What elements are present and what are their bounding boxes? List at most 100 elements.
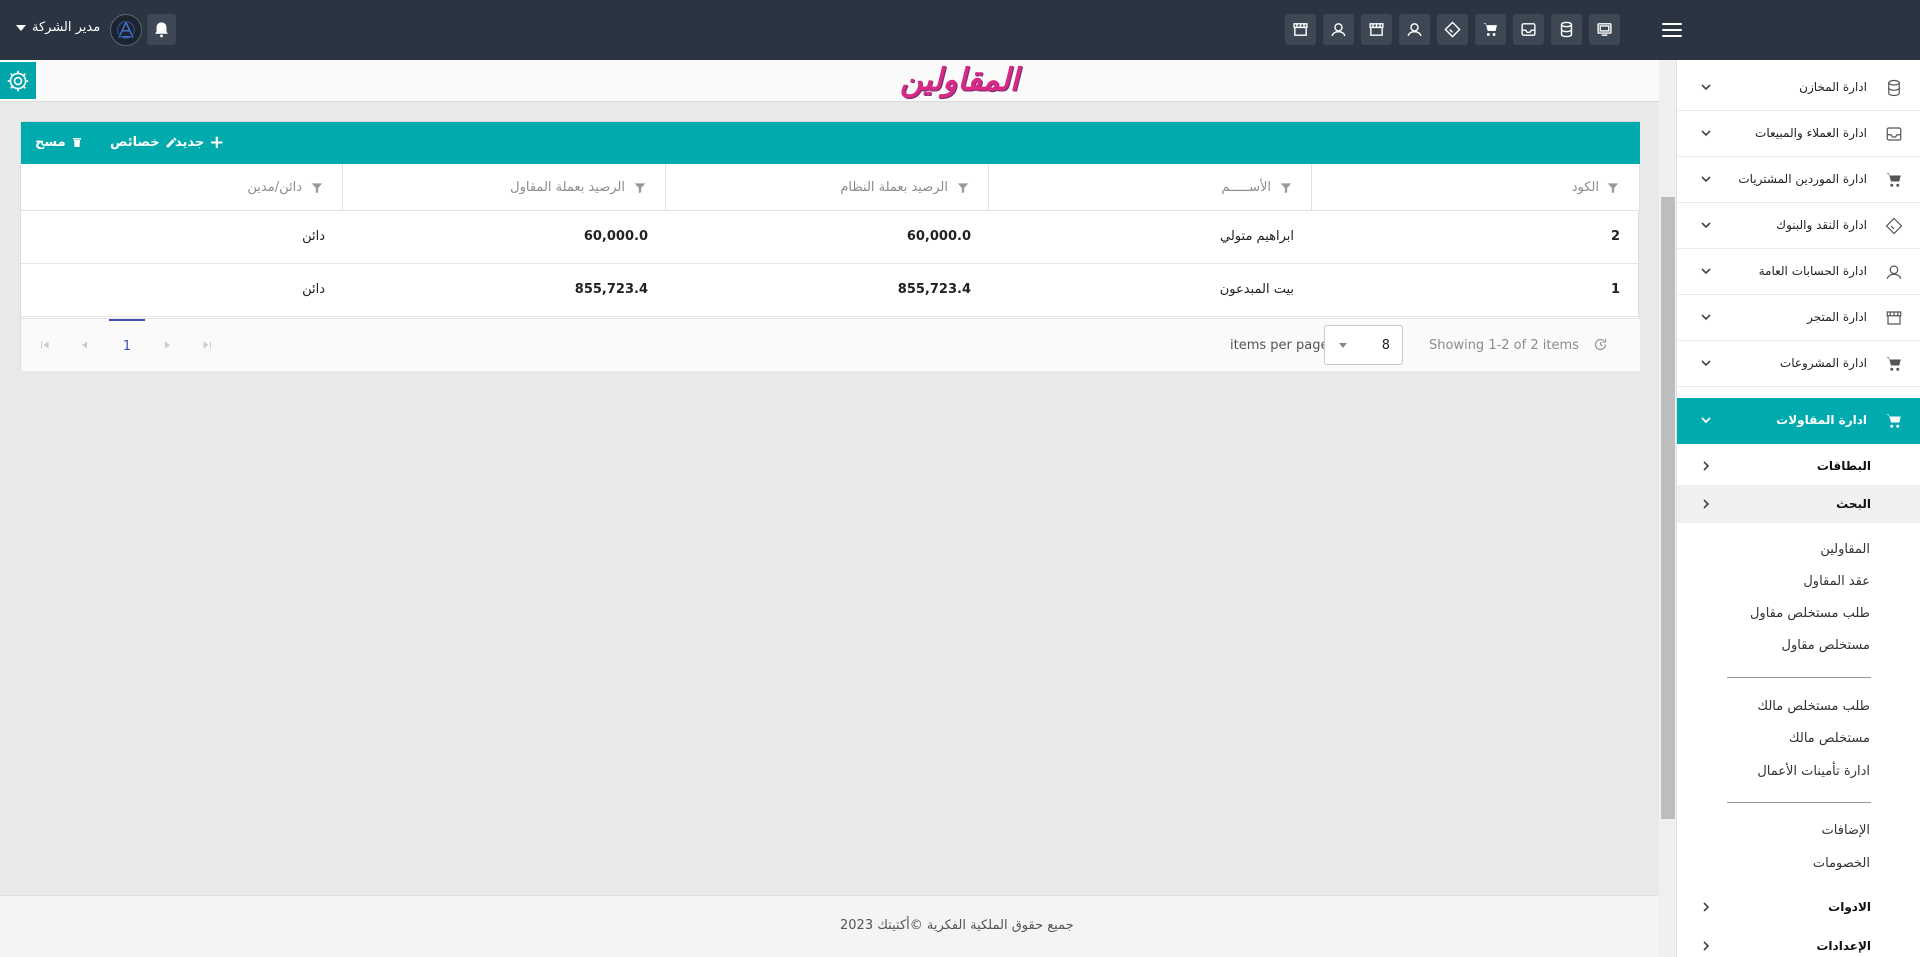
contractors-grid: + جديد خصائص مسح الكود الأســـــم الرصيد… xyxy=(20,121,1640,371)
filter-icon[interactable] xyxy=(1606,181,1620,195)
filter-icon[interactable] xyxy=(310,181,324,195)
tag-icon[interactable] xyxy=(1437,14,1468,45)
sidebar-subsection-cards[interactable]: البطاقات xyxy=(1677,447,1920,485)
new-button-label: جديد xyxy=(175,135,205,150)
sidebar-item-customers-sales[interactable]: ادارة العملاء والمبيعات xyxy=(1677,111,1920,157)
store-icon xyxy=(1886,311,1902,325)
scrollbar-thumb[interactable] xyxy=(1661,197,1675,819)
cell-balance-contractor: 855,723.4 xyxy=(343,264,666,317)
chevron-down-icon xyxy=(1339,343,1347,348)
prev-page-icon[interactable] xyxy=(79,339,91,351)
grid-toolbar: + جديد خصائص مسح xyxy=(21,122,1640,164)
column-header-balance-system[interactable]: الرصيد بعملة النظام xyxy=(666,164,989,211)
sidebar-link-owner-extract-request[interactable]: طلب مستخلص مالك xyxy=(1757,699,1870,714)
user-name-label: مدير الشركة xyxy=(32,20,101,35)
filter-icon[interactable] xyxy=(956,181,970,195)
sidebar-subsection-settings[interactable]: الإعدادات xyxy=(1677,927,1920,957)
sidebar: ادارة المخازن ادارة العملاء والمبيعات اد… xyxy=(1676,60,1920,957)
cell-text: دائن xyxy=(302,282,325,297)
cell-credit-debit: دائن xyxy=(21,211,343,264)
user-icon[interactable] xyxy=(1323,14,1354,45)
edit-button[interactable]: خصائص xyxy=(110,135,178,150)
sidebar-subsection-label: الادوات xyxy=(1828,900,1871,914)
sidebar-link-contractor-contract[interactable]: عقد المقاول xyxy=(1803,574,1870,589)
column-header-name[interactable]: الأســـــم xyxy=(989,164,1312,211)
sidebar-item-general-accounts[interactable]: ادارة الحسابات العامة xyxy=(1677,249,1920,295)
column-header-balance-contractor[interactable]: الرصيد بعملة المقاول xyxy=(343,164,666,211)
cart-icon xyxy=(1886,414,1901,428)
cell-text: 855,723.4 xyxy=(897,282,971,297)
chevron-down-icon xyxy=(1701,130,1711,137)
store-icon[interactable] xyxy=(1361,14,1392,45)
column-label: الرصيد بعملة النظام xyxy=(840,180,948,195)
cell-name: ابراهيم متولي xyxy=(989,211,1312,264)
column-label: دائن/مدين xyxy=(247,180,302,195)
title-strip: المقاولين xyxy=(0,60,1659,102)
database-icon xyxy=(1888,79,1900,97)
sidebar-subsection-search[interactable]: البحث xyxy=(1677,485,1920,523)
chevron-down-icon xyxy=(1701,222,1711,229)
sidebar-item-contracting[interactable]: ادارة المقاولات xyxy=(1677,398,1920,444)
page-size-select[interactable]: 8 xyxy=(1324,325,1403,365)
bell-icon[interactable] xyxy=(147,14,176,45)
cell-text: 855,723.4 xyxy=(574,282,648,297)
page-number-button[interactable]: 1 xyxy=(109,319,145,371)
sidebar-item-label: ادارة المخازن xyxy=(1799,80,1867,94)
user-icon[interactable] xyxy=(1399,14,1430,45)
sidebar-item-projects[interactable]: ادارة المشروعات xyxy=(1677,341,1920,387)
delete-button-label: مسح xyxy=(35,135,66,150)
sidebar-subsection-tools[interactable]: الادوات xyxy=(1677,888,1920,926)
sidebar-link-deductions[interactable]: الخصومات xyxy=(1813,856,1870,871)
database-icon[interactable] xyxy=(1551,14,1582,45)
cell-balance-system: 855,723.4 xyxy=(666,264,989,317)
sidebar-link-work-insurance[interactable]: ادارة تأمينات الأعمال xyxy=(1757,764,1870,779)
edit-button-label: خصائص xyxy=(110,135,160,150)
chevron-right-icon xyxy=(1703,941,1710,951)
cart-icon xyxy=(1886,173,1901,187)
page-title: المقاولين xyxy=(900,62,1019,98)
hamburger-menu-icon[interactable] xyxy=(1658,19,1686,41)
first-page-icon[interactable] xyxy=(39,339,51,351)
sidebar-item-warehouses[interactable]: ادارة المخازن xyxy=(1677,65,1920,111)
chevron-right-icon xyxy=(1703,902,1710,912)
new-button[interactable]: + جديد xyxy=(175,133,224,151)
next-page-icon[interactable] xyxy=(161,339,173,351)
avatar[interactable] xyxy=(110,14,142,46)
column-header-code[interactable]: الكود xyxy=(1312,164,1640,211)
filter-icon[interactable] xyxy=(633,181,647,195)
refresh-icon[interactable] xyxy=(1593,337,1608,352)
sidebar-item-cash-banks[interactable]: ادارة النقد والبنوك xyxy=(1677,203,1920,249)
sidebar-subsection-label: الإعدادات xyxy=(1816,939,1871,953)
inbox-icon[interactable] xyxy=(1513,14,1544,45)
sidebar-link-contractor-extract-request[interactable]: طلب مستخلص مقاول xyxy=(1750,606,1870,621)
store-icon[interactable] xyxy=(1285,14,1316,45)
cell-credit-debit: دائن xyxy=(21,264,343,317)
delete-button[interactable]: مسح xyxy=(35,135,83,150)
user-menu[interactable]: مدير الشركة xyxy=(16,20,100,35)
sidebar-link-additions[interactable]: الإضافات xyxy=(1822,823,1870,838)
cell-balance-system: 60,000.0 xyxy=(666,211,989,264)
sidebar-link-contractor-extract[interactable]: مستخلص مقاول xyxy=(1782,638,1870,653)
column-header-credit-debit[interactable]: دائن/مدين xyxy=(21,164,343,211)
sidebar-item-label: ادارة المقاولات xyxy=(1776,413,1867,427)
sidebar-link-owner-extract[interactable]: مستخلص مالك xyxy=(1789,731,1870,746)
sidebar-item-store[interactable]: ادارة المتجر xyxy=(1677,295,1920,341)
monitor-icon[interactable] xyxy=(1589,14,1620,45)
sidebar-link-contractors[interactable]: المقاولين xyxy=(1820,542,1870,557)
cart-icon[interactable] xyxy=(1475,14,1506,45)
trash-icon xyxy=(72,138,81,147)
cell-name: بيت المبدعون xyxy=(989,264,1312,317)
sidebar-subsection-label: البحث xyxy=(1836,497,1871,511)
sidebar-divider xyxy=(1727,802,1871,803)
sidebar-item-label: ادارة الحسابات العامة xyxy=(1758,264,1867,278)
last-page-icon[interactable] xyxy=(201,339,213,351)
sidebar-item-suppliers-purchases[interactable]: ادارة الموردين المشتريات xyxy=(1677,157,1920,203)
cell-text: 2 xyxy=(1610,229,1620,244)
settings-gear-icon[interactable] xyxy=(0,62,36,99)
filter-icon[interactable] xyxy=(1279,181,1293,195)
chevron-down-icon xyxy=(1701,417,1711,424)
tag-icon xyxy=(1885,217,1903,235)
chevron-down-icon xyxy=(1701,176,1711,183)
column-label: الكود xyxy=(1571,180,1599,195)
cell-text: بيت المبدعون xyxy=(1219,282,1294,297)
